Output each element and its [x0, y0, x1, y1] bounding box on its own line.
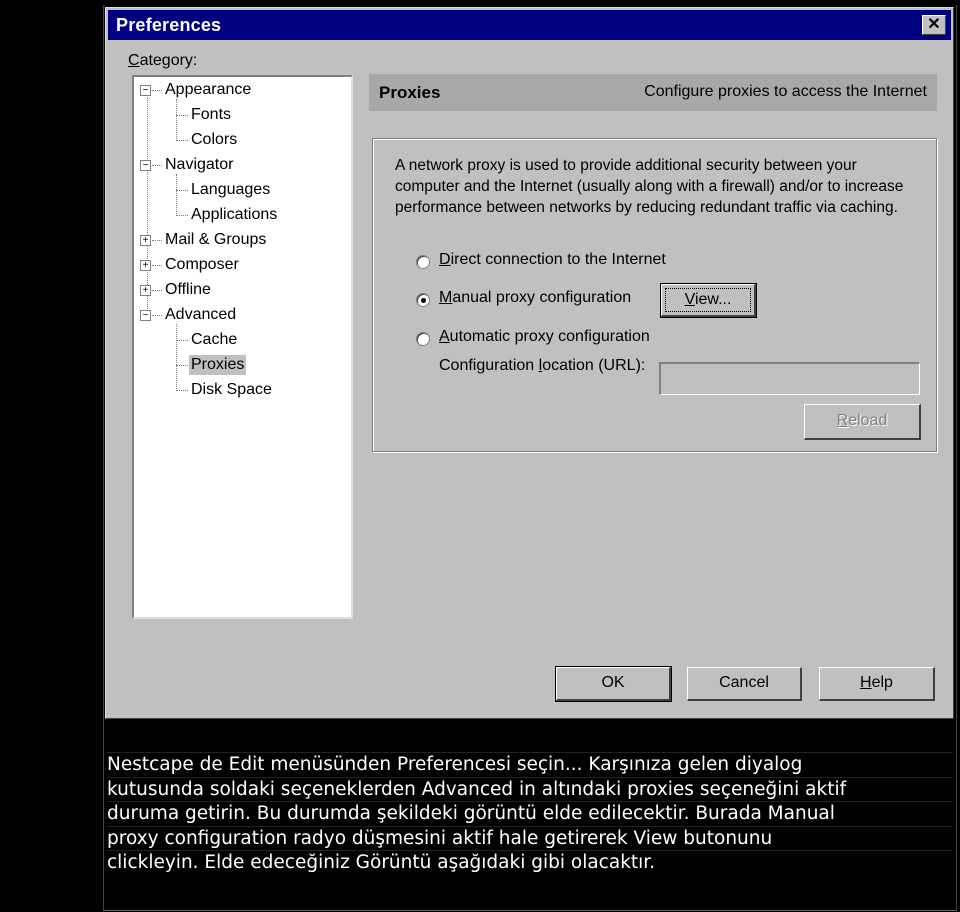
- config-location-input[interactable]: [659, 362, 920, 395]
- cancel-button[interactable]: Cancel: [687, 667, 802, 701]
- direct-connection-label[interactable]: Direct connection to the Internet: [439, 251, 666, 269]
- automatic-proxy-label[interactable]: Automatic proxy configuration: [439, 328, 650, 346]
- caption-line: duruma getirin. Bu durumda şekildeki gör…: [107, 801, 953, 826]
- caption-line: proxy configuration radyo düşmesini akti…: [107, 825, 953, 851]
- panel-header: Proxies Configure proxies to access the …: [369, 74, 937, 111]
- preferences-dialog: Preferences ✕ Category: − Appearance Fon…: [105, 7, 954, 719]
- help-button[interactable]: Help: [819, 667, 935, 701]
- instruction-caption: Nestcape de Edit menüsünden Preferencesi…: [107, 752, 953, 875]
- reload-button[interactable]: Reload: [804, 404, 921, 440]
- config-location-label: Configuration location (URL):: [439, 357, 646, 374]
- proxy-description: A network proxy is used to provide addit…: [395, 157, 904, 216]
- tree-connector: [176, 174, 177, 214]
- caption-line: kutusunda soldaki seçeneklerden Advanced…: [107, 776, 953, 802]
- tree-connector: [176, 99, 177, 139]
- direct-connection-radio[interactable]: [416, 255, 430, 269]
- collapse-icon[interactable]: −: [140, 310, 151, 321]
- close-button[interactable]: ✕: [922, 15, 946, 35]
- dialog-title: Preferences: [116, 15, 222, 35]
- collapse-icon[interactable]: −: [140, 85, 151, 96]
- panel-subtitle: Configure proxies to access the Internet: [644, 83, 927, 100]
- automatic-proxy-radio[interactable]: [416, 332, 430, 346]
- manual-proxy-label[interactable]: Manual proxy configuration: [439, 289, 631, 307]
- manual-proxy-radio[interactable]: [416, 293, 430, 307]
- collapse-icon[interactable]: −: [140, 160, 151, 171]
- category-label: Category:: [128, 52, 198, 69]
- expand-icon[interactable]: +: [140, 285, 151, 296]
- caption-line: clickleyin. Elde edeceğiniz Görüntü aşağ…: [107, 850, 953, 875]
- title-bar[interactable]: Preferences ✕: [108, 10, 951, 40]
- expand-icon[interactable]: +: [140, 260, 151, 271]
- expand-icon[interactable]: +: [140, 235, 151, 246]
- category-tree[interactable]: − Appearance Fonts Colors − Navigator La…: [132, 75, 353, 619]
- panel-title: Proxies: [379, 83, 441, 102]
- proxy-settings-group: A network proxy is used to provide addit…: [372, 138, 937, 452]
- ok-button[interactable]: OK: [555, 666, 672, 702]
- close-icon: ✕: [927, 16, 941, 33]
- caption-line: Nestcape de Edit menüsünden Preferencesi…: [107, 752, 953, 777]
- tree-connector: [176, 324, 177, 389]
- view-button[interactable]: View...: [660, 283, 757, 318]
